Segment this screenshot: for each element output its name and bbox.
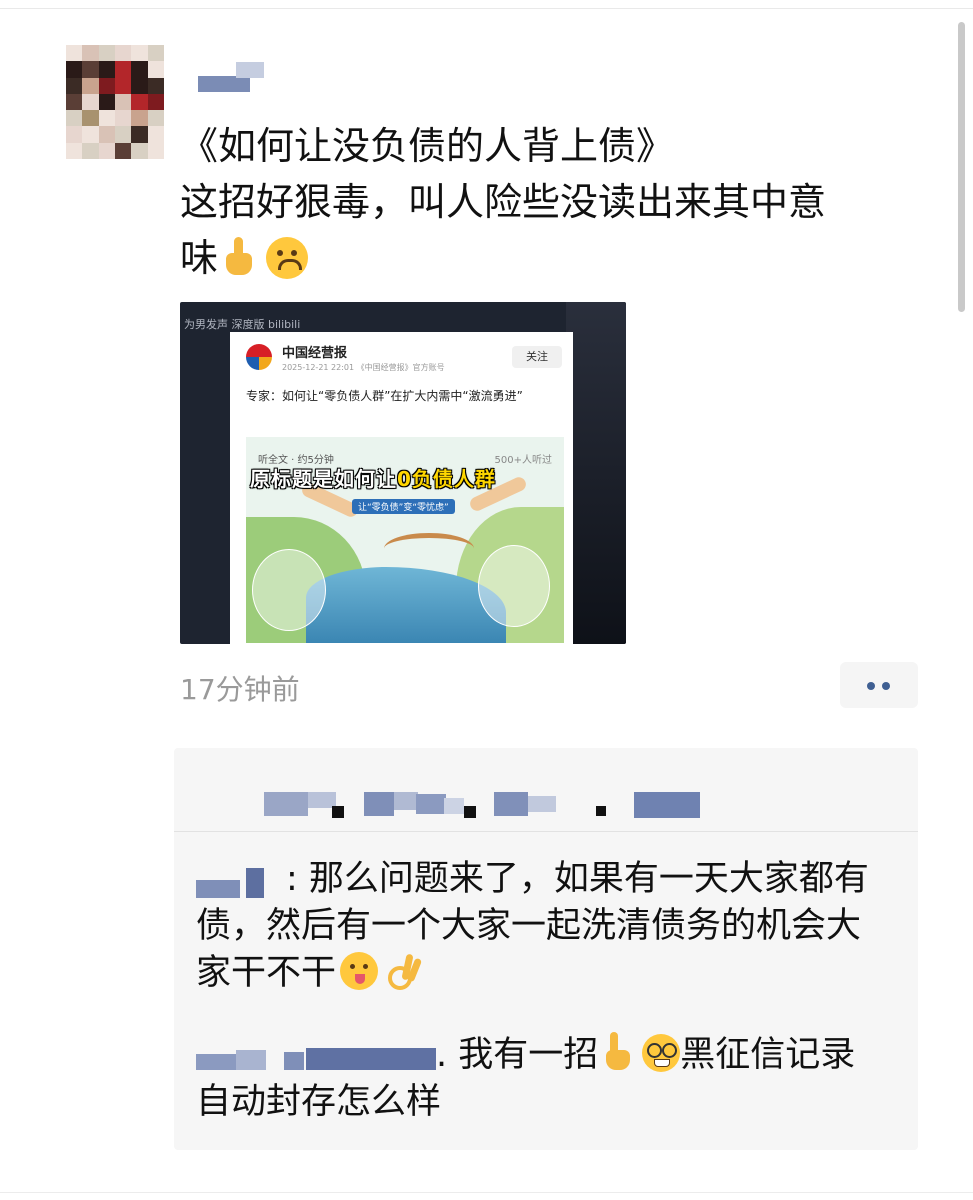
post-time: 17分钟前 <box>180 673 300 706</box>
article-illustration: 听全文 · 约5分钟 500+人听过 原标题是如何让0负债人群 让“零负债”变“… <box>246 437 564 643</box>
post-text-line-2: 这招好狠毒，叫人险些没读出来其中意 <box>180 180 827 224</box>
likes-list-blurred[interactable] <box>264 788 724 822</box>
overlay-title: 原标题是如何让0负债人群 <box>250 467 496 491</box>
overlay-subtitle: 让“零负债”变“零忧虑” <box>352 499 455 514</box>
publish-meta: 2025-12-21 22:01 《中国经营报》官方账号 <box>282 363 445 372</box>
nerd-face-icon <box>642 1034 681 1072</box>
comments-panel: : 那么问题来了，如果有一天大家都有 债，然后有一个大家一起洗清债务的机会大 家… <box>174 748 918 1150</box>
illustration-bridge <box>384 533 474 564</box>
shared-image[interactable]: 为男发声 深度版 bilibili 中国经营报 2025-12-21 22:01… <box>180 302 626 644</box>
pointing-up-icon <box>604 1032 632 1072</box>
illustration-bubble-right <box>478 545 550 627</box>
upside-down-face-icon <box>266 237 309 279</box>
image-background-right <box>566 302 626 644</box>
comment-1-line-3: 家干不干 <box>196 950 906 997</box>
more-options-button[interactable] <box>840 662 918 708</box>
bottom-divider <box>0 1192 973 1193</box>
ok-hand-icon <box>386 952 423 990</box>
image-watermark: 为男发声 深度版 bilibili <box>184 318 301 331</box>
comment-2-text: . 我有一招 黑征信记录 自动封存怎么样 <box>196 1032 906 1126</box>
top-divider <box>0 8 973 9</box>
follow-button: 关注 <box>512 346 562 368</box>
dot-icon <box>867 682 875 690</box>
comment-1-text: : 那么问题来了，如果有一天大家都有 债，然后有一个大家一起洗清债务的机会大 家… <box>196 856 906 997</box>
comment-2-line-2: 自动封存怎么样 <box>196 1082 442 1122</box>
illustration-bubble-left <box>252 549 326 631</box>
avatar[interactable] <box>66 45 164 159</box>
face-savoring-food-icon <box>340 952 379 990</box>
publisher-name: 中国经营报 <box>282 346 348 361</box>
post-text-line-1: 《如何让没负债的人背上债》 <box>180 124 675 168</box>
publisher-logo-icon <box>246 344 272 370</box>
comments-divider <box>174 831 918 832</box>
post-text: 《如何让没负债的人背上债》 这招好狠毒，叫人险些没读出来其中意 味 <box>180 118 920 286</box>
listen-count: 500+人听过 <box>494 455 552 466</box>
post-text-line-3: 味 <box>180 230 920 286</box>
middle-finger-icon <box>224 237 253 277</box>
username-blurred[interactable] <box>198 62 266 94</box>
scrollbar[interactable] <box>958 22 965 312</box>
article-headline: 专家：如何让“零负债人群”在扩大内需中“激流勇进” <box>246 389 523 403</box>
comment-1-line-1: : 那么问题来了，如果有一天大家都有 <box>286 859 869 899</box>
comment-2-line-1: . 我有一招 黑征信记录 <box>196 1032 906 1079</box>
comment-1-line-2: 债，然后有一个大家一起洗清债务的机会大 <box>196 906 862 946</box>
article-card: 中国经营报 2025-12-21 22:01 《中国经营报》官方账号 关注 专家… <box>230 332 573 644</box>
dot-icon <box>882 682 890 690</box>
